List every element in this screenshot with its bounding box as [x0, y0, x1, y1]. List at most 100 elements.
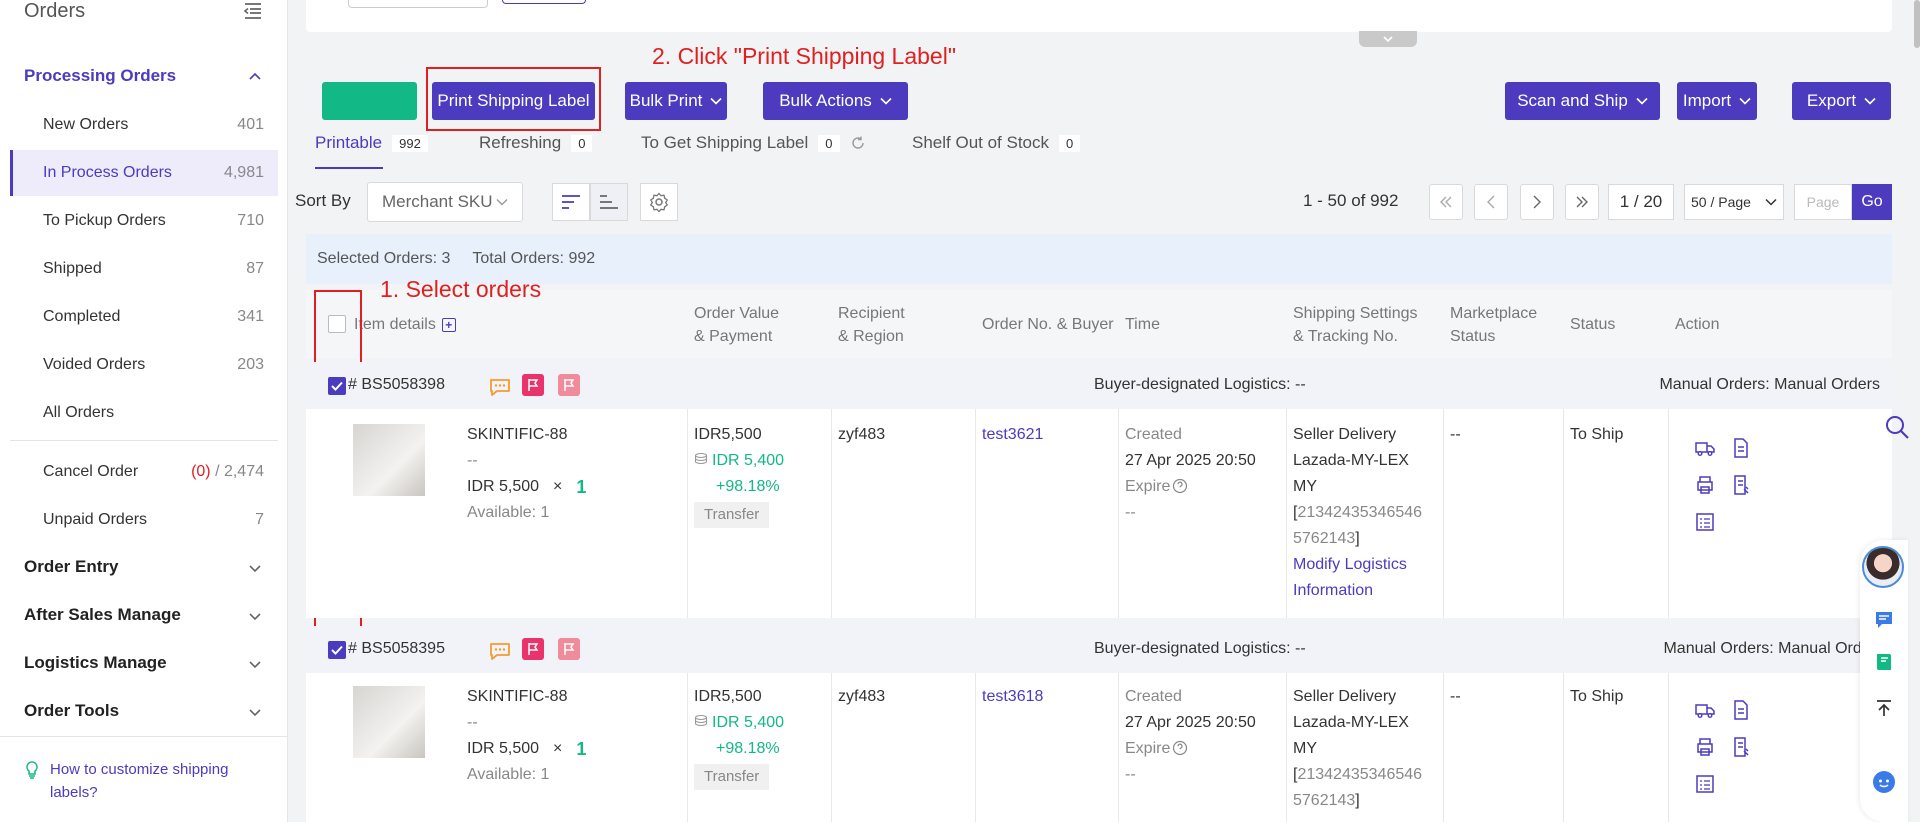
truck-icon[interactable] [1694, 437, 1716, 459]
ship-button[interactable]: Ship [322, 82, 417, 120]
tracking-number[interactable]: [21342435346546 [1293, 762, 1422, 788]
sidebar-item-unpaid-orders[interactable]: Unpaid Orders 7 [10, 497, 278, 543]
column-settings-button[interactable] [640, 183, 678, 221]
expand-filter-toggle[interactable] [1359, 31, 1417, 47]
filter-input[interactable] [348, 0, 488, 8]
order-status: To Ship [1570, 426, 1624, 443]
page-jump-input[interactable]: Page [1794, 184, 1852, 220]
print-icon[interactable] [1694, 474, 1716, 496]
flag-icon[interactable] [522, 374, 544, 396]
document-icon[interactable] [1730, 437, 1752, 459]
page-scrollbar[interactable] [1914, 0, 1920, 48]
sidebar-item-label: To Pickup Orders [43, 212, 166, 229]
import-button[interactable]: Import [1677, 82, 1757, 120]
subtab-printable[interactable]: Printable 992 [315, 133, 428, 153]
document-icon[interactable] [1730, 699, 1752, 721]
sidebar-group-order-entry[interactable]: Order Entry [24, 557, 118, 577]
chat-icon[interactable] [488, 641, 512, 661]
page-size-select[interactable]: 50 / Page [1684, 184, 1784, 220]
chevron-down-icon[interactable] [248, 657, 262, 671]
flag-icon[interactable] [558, 638, 580, 660]
bulk-actions-button[interactable]: Bulk Actions [763, 82, 908, 120]
order-checkbox[interactable] [328, 377, 346, 395]
product-sku[interactable]: SKINTIFIC-88 [467, 422, 586, 448]
buyer-link[interactable]: test3621 [982, 422, 1043, 448]
back-to-top-icon[interactable] [1874, 698, 1894, 718]
page-indicator[interactable]: 1 / 20 [1608, 184, 1674, 220]
buyer-link[interactable]: test3618 [982, 684, 1043, 710]
sidebar-item-to-pickup-orders[interactable]: To Pickup Orders 710 [10, 198, 278, 244]
message-icon[interactable] [1874, 610, 1894, 630]
print-icon[interactable] [1694, 736, 1716, 758]
sort-descending-button[interactable] [552, 183, 590, 221]
go-button[interactable]: Go [1852, 184, 1892, 220]
sort-ascending-button[interactable] [590, 183, 628, 221]
sidebar-item-completed[interactable]: Completed 341 [10, 294, 278, 340]
edit-document-icon[interactable] [1730, 736, 1752, 758]
subtab-shelf-out-of-stock[interactable]: Shelf Out of Stock 0 [912, 133, 1081, 153]
help-circle-icon[interactable] [1172, 740, 1188, 756]
modify-logistics-link-cont[interactable]: Information [1293, 578, 1422, 604]
prev-page-button[interactable] [1474, 184, 1508, 220]
sidebar-item-cancel-order[interactable]: Cancel Order (0) / 2,474 [10, 449, 278, 495]
modify-logistics-link[interactable]: Modify Logistics [1293, 552, 1422, 578]
sidebar-group-after-sales[interactable]: After Sales Manage [24, 605, 181, 625]
chatbot-icon[interactable] [1872, 770, 1896, 794]
sidebar-item-voided-orders[interactable]: Voided Orders 203 [10, 342, 278, 388]
chevron-down-icon[interactable] [248, 609, 262, 623]
help-tip-link[interactable]: How to customize shipping labels? [24, 758, 264, 804]
chevron-up-icon[interactable] [248, 70, 262, 84]
refresh-icon[interactable] [850, 135, 866, 151]
order-checkbox[interactable] [328, 641, 346, 659]
expire-value: -- [1125, 766, 1136, 783]
sidebar-item-all-orders[interactable]: All Orders [10, 390, 278, 436]
edit-document-icon[interactable] [1730, 474, 1752, 496]
tracking-number-cont[interactable]: 5762143] [1293, 526, 1422, 552]
chevron-down-icon[interactable] [248, 705, 262, 719]
last-page-button[interactable] [1565, 184, 1599, 220]
order-row: # BS5058398 Buyer-designated Logistics: … [306, 362, 1892, 618]
sidebar-group-logistics[interactable]: Logistics Manage [24, 653, 167, 673]
scan-and-ship-button[interactable]: Scan and Ship [1505, 82, 1660, 120]
expand-all-icon[interactable]: + [441, 317, 456, 332]
product-sku[interactable]: SKINTIFIC-88 [467, 684, 586, 710]
sidebar-item-new-orders[interactable]: New Orders 401 [10, 102, 278, 148]
export-button[interactable]: Export [1792, 82, 1891, 120]
sidebar-title: Orders [24, 0, 86, 22]
print-shipping-label-button[interactable]: Print Shipping Label [432, 82, 595, 120]
help-circle-icon[interactable] [1172, 478, 1188, 494]
support-avatar[interactable] [1862, 546, 1904, 588]
bulk-print-button[interactable]: Bulk Print [625, 82, 727, 120]
product-thumbnail[interactable] [353, 424, 425, 496]
next-page-button[interactable] [1520, 184, 1554, 220]
book-icon[interactable] [1874, 652, 1894, 672]
subtab-count: 0 [1059, 134, 1081, 152]
subtab-refreshing[interactable]: Refreshing 0 [479, 133, 593, 153]
sort-select[interactable]: Merchant SKU [367, 182, 523, 222]
product-thumbnail[interactable] [353, 686, 425, 758]
chat-icon[interactable] [488, 377, 512, 397]
chevron-down-icon[interactable] [248, 561, 262, 575]
sidebar-item-shipped[interactable]: Shipped 87 [10, 246, 278, 292]
checklist-icon[interactable] [1694, 511, 1716, 533]
sidebar-group-processing[interactable]: Processing Orders [24, 66, 176, 86]
flag-icon[interactable] [558, 374, 580, 396]
search-icon[interactable] [1884, 414, 1910, 440]
subtab-to-get-shipping-label[interactable]: To Get Shipping Label 0 [641, 133, 866, 153]
checklist-icon[interactable] [1694, 773, 1716, 795]
collapse-menu-icon[interactable] [242, 0, 264, 22]
flag-icon[interactable] [522, 638, 544, 660]
import-label: Import [1682, 91, 1732, 110]
shipping-region: MY [1293, 478, 1317, 495]
filter-button[interactable] [502, 0, 586, 4]
order-number[interactable]: # BS5058395 [348, 640, 445, 658]
sidebar-group-order-tools[interactable]: Order Tools [24, 701, 119, 721]
tracking-number-cont[interactable]: 5762143] [1293, 788, 1422, 814]
th-shipping: Shipping Settings & Tracking No. [1293, 302, 1418, 348]
truck-icon[interactable] [1694, 699, 1716, 721]
tracking-number[interactable]: [21342435346546 [1293, 500, 1422, 526]
first-page-button[interactable] [1429, 184, 1463, 220]
sidebar-item-in-process-orders[interactable]: In Process Orders 4,981 [10, 150, 278, 196]
paid-value: IDR 5,400 [712, 452, 785, 469]
order-number[interactable]: # BS5058398 [348, 376, 445, 394]
